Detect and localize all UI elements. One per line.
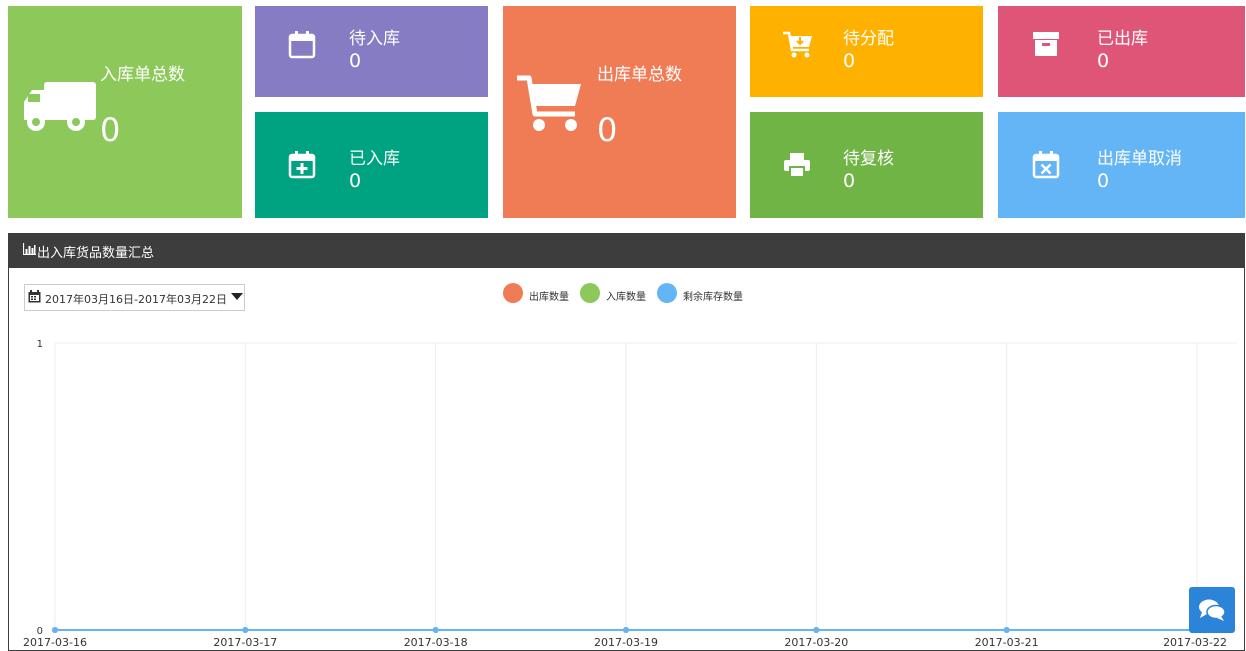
tile-value: 0 bbox=[843, 50, 856, 72]
tile-label: 入库单总数 bbox=[100, 65, 185, 85]
tile-pending-inbound[interactable]: 待入库 0 bbox=[255, 6, 488, 97]
calendar-plus-icon bbox=[287, 150, 317, 184]
tile-value: 0 bbox=[843, 170, 856, 192]
tile-outbounded[interactable]: 已出库 0 bbox=[998, 6, 1245, 97]
data-point bbox=[432, 627, 439, 633]
data-point bbox=[242, 627, 249, 633]
printer-icon bbox=[782, 150, 812, 184]
line-chart: 012017-03-16 2017-03-17 2017-03-18 2017-03-… bbox=[23, 339, 1237, 649]
x-tick-label: 2017-03-22 bbox=[1163, 636, 1227, 649]
x-tick-label: 2017-03-20 bbox=[784, 636, 848, 649]
data-point bbox=[813, 627, 820, 633]
tile-outbound-cancelled[interactable]: 出库单取消 0 bbox=[998, 112, 1245, 218]
tile-value: 0 bbox=[1097, 170, 1110, 192]
tile-label: 出库单总数 bbox=[597, 65, 682, 85]
cart-download-icon bbox=[782, 30, 814, 64]
tile-label: 已入库 bbox=[349, 149, 400, 169]
tile-inbounded[interactable]: 已入库 0 bbox=[255, 112, 488, 218]
tile-label: 已出库 bbox=[1097, 29, 1148, 49]
calendar-x-icon bbox=[1031, 150, 1061, 184]
calendar-icon bbox=[287, 30, 317, 64]
data-point bbox=[623, 627, 629, 633]
cart-icon bbox=[515, 74, 585, 138]
tile-pending-review[interactable]: 待复核 0 bbox=[750, 112, 983, 218]
chat-button[interactable] bbox=[1189, 587, 1235, 633]
truck-icon bbox=[22, 76, 98, 142]
summary-panel: 出入库货品数量汇总 2017年03月16日-2017年03月22日 出库数量 入… bbox=[8, 233, 1245, 651]
tile-value: 0 bbox=[349, 50, 362, 72]
tile-value: 0 bbox=[349, 170, 362, 192]
tile-outbound-total[interactable]: 出库单总数 0 bbox=[503, 6, 736, 218]
tile-label: 待入库 bbox=[349, 29, 400, 49]
tile-value: 0 bbox=[597, 111, 618, 149]
tile-label: 待分配 bbox=[843, 29, 894, 49]
tile-label: 待复核 bbox=[843, 149, 894, 169]
tile-value: 0 bbox=[100, 111, 121, 149]
x-tick-label: 2017-03-18 bbox=[404, 636, 468, 649]
tile-pending-allocation[interactable]: 待分配 0 bbox=[750, 6, 983, 97]
x-tick-label: 2017-03-21 bbox=[975, 636, 1039, 649]
data-point bbox=[1003, 627, 1010, 633]
data-point bbox=[52, 627, 58, 633]
x-tick-label: 2017-03-19 bbox=[594, 636, 658, 649]
tile-label: 出库单取消 bbox=[1097, 149, 1182, 169]
tile-inbound-total[interactable]: 入库单总数 0 bbox=[8, 6, 242, 218]
tile-value: 0 bbox=[1097, 50, 1110, 72]
x-tick-label: 2017-03-17 bbox=[213, 636, 277, 649]
y-tick-label: 1 bbox=[37, 339, 43, 350]
x-tick-label: 2017-03-16 bbox=[23, 636, 87, 649]
archive-icon bbox=[1032, 30, 1060, 62]
chat-icon bbox=[1199, 599, 1226, 621]
